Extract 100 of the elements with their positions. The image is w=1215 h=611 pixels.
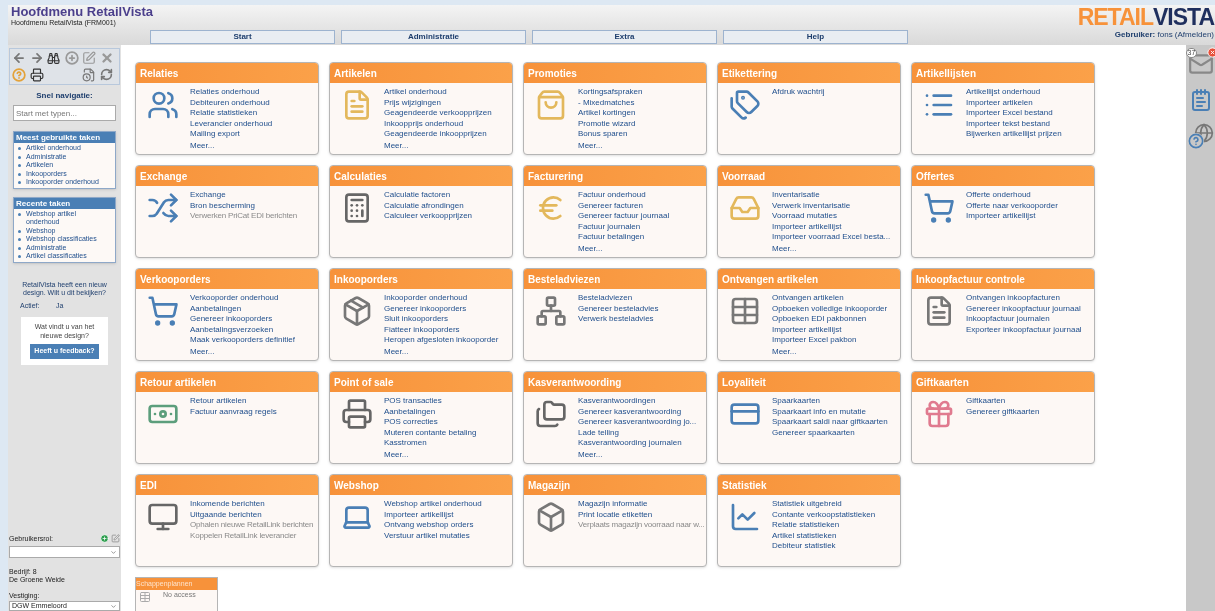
role-select[interactable] [9, 546, 120, 558]
tile-link[interactable]: Genereer spaarkaarten [772, 427, 855, 438]
tile-link[interactable]: Kasstromen [384, 438, 427, 449]
tile-link[interactable]: Contante verkoopstatistieken [772, 509, 876, 520]
tile-link[interactable]: Importeer artikellijst [966, 211, 1036, 222]
tile-link[interactable]: Exchange [190, 190, 226, 201]
tile-link[interactable]: Genereer inkooporders [190, 314, 273, 325]
nav-tab[interactable]: Extra [532, 30, 717, 44]
tile-link[interactable]: Genereer facturen [578, 200, 643, 211]
tile-link[interactable]: Importeer Excel pakbon [772, 335, 857, 346]
nav-tab[interactable]: Help [723, 30, 908, 44]
tile-link[interactable]: Maak verkooporders definitief [190, 335, 295, 346]
tile-link[interactable]: Offerte naar verkooporder [966, 200, 1058, 211]
tile-link[interactable]: Bron bescherming [190, 200, 255, 211]
tile-link[interactable]: Inkoopfactuur journalen [966, 314, 1050, 325]
tile-link[interactable]: Sluit inkooporders [384, 314, 449, 325]
tile-link[interactable]: Uitgaande berichten [190, 509, 262, 520]
tile-link[interactable]: Ontvangen inkoopfacturen [966, 293, 1060, 304]
more-link[interactable]: Meer... [578, 140, 603, 151]
tile-link[interactable]: Factuur onderhoud [578, 190, 646, 201]
tile-link[interactable]: Verstuur artikel mutaties [384, 530, 470, 541]
nav-tab[interactable]: Start [150, 30, 335, 44]
tile-link[interactable]: Geagendeerde inkoopprijzen [384, 129, 487, 140]
more-link[interactable]: Meer... [190, 140, 215, 151]
tile-link[interactable]: - Mixedmatches [578, 97, 635, 108]
tile-link[interactable]: Verwerk inventarisatie [772, 200, 851, 211]
more-link[interactable]: Meer... [578, 243, 603, 254]
tile-link[interactable]: Opboeken EDI pakbonnen [772, 314, 867, 325]
tile-link[interactable]: Importeer artikellijst [772, 324, 842, 335]
tile-link[interactable]: Artikellijst onderhoud [966, 87, 1041, 98]
tile-link[interactable]: Aanbetalingen [384, 406, 436, 417]
tile-link[interactable]: Muteren contante betaling [384, 427, 477, 438]
tile-link[interactable]: Genereer giftkaarten [966, 406, 1040, 417]
tile-link[interactable]: Prijs wijzigingen [384, 97, 441, 108]
tile-link[interactable]: Importeer tekst bestand [966, 118, 1051, 129]
search-field[interactable]: Start met typen... [13, 105, 116, 121]
more-link[interactable]: Meer... [384, 346, 409, 357]
tile-link[interactable]: Inkomende berichten [190, 499, 265, 510]
tile-link[interactable]: Genereer besteladvies [578, 303, 659, 314]
tile-link[interactable]: Importeer artikellijst [384, 509, 454, 520]
tile-link[interactable]: Voorraad mutaties [772, 211, 837, 222]
tile-link[interactable]: Exporteer inkoopfactuur journaal [966, 324, 1082, 335]
tile-link[interactable]: Verwerk besteladvies [578, 314, 654, 325]
tile-link[interactable]: Inkoopprijs onderhoud [384, 118, 464, 129]
tile-link[interactable]: POS transacties [384, 396, 442, 407]
more-link[interactable]: Meer... [190, 346, 215, 357]
tile-link[interactable]: Kasverantwoordingen [578, 396, 656, 407]
help-icon[interactable] [1187, 133, 1204, 149]
tile-link[interactable]: Relatie statistieken [190, 108, 258, 119]
tile-link[interactable]: Aanbetalingen [190, 303, 242, 314]
tile-link[interactable]: Importeer voorraad Excel besta... [772, 232, 891, 243]
tile-link[interactable]: Genereer kasverantwoording jo... [578, 417, 697, 428]
tile-link[interactable]: Genereer kasverantwoording [578, 406, 682, 417]
tile-link[interactable]: Promotie wizard [578, 118, 636, 129]
tile-link[interactable]: Kasverantwoording journalen [578, 438, 682, 449]
tile-link[interactable]: Retour artikelen [190, 396, 247, 407]
tile-link[interactable]: Spaarkaart info en mutatie [772, 406, 866, 417]
tile-link[interactable]: Geagendeerde verkoopprijzen [384, 108, 492, 119]
edit-icon[interactable] [82, 51, 96, 66]
tile-link[interactable]: Ontvang webshop orders [384, 520, 474, 531]
more-link[interactable]: Meer... [578, 449, 603, 460]
tile-link[interactable]: Spaarkaart saldi naar giftkaarten [772, 417, 888, 428]
tile-link[interactable]: Verkooporder onderhoud [190, 293, 279, 304]
tile-link[interactable]: Calculeer verkoopprijzen [384, 211, 473, 222]
tile-link[interactable]: Debiteuren onderhoud [190, 97, 270, 108]
tile-link[interactable]: Importeer Excel bestand [966, 108, 1053, 119]
tile-link[interactable]: Statistiek uitgebreid [772, 499, 842, 510]
tile-link[interactable]: Leverancier onderhoud [190, 118, 273, 129]
tile-link[interactable]: Inkooporder onderhoud [384, 293, 468, 304]
tile-link[interactable]: Calculatie factoren [384, 190, 451, 201]
tile-link[interactable]: Magazijn informatie [578, 499, 648, 510]
tile-link[interactable]: Giftkaarten [966, 396, 1006, 407]
tile-link[interactable]: Debiteur statistiek [772, 541, 836, 552]
more-link[interactable]: Meer... [384, 140, 409, 151]
tile-link[interactable]: Afdruk wachtrij [772, 87, 825, 98]
tile-link[interactable]: Heropen afgesloten inkooporder [384, 335, 499, 346]
tile-link[interactable]: Factuur journalen [578, 221, 641, 232]
tile-link[interactable]: Ontvangen artikelen [772, 293, 844, 304]
tile-link[interactable]: Inventarisatie [772, 190, 820, 201]
tile-link[interactable]: Genereer inkooporders [384, 303, 467, 314]
tile-link[interactable]: Lade telling [578, 427, 619, 438]
tile-link[interactable]: Kortingsafspraken [578, 87, 643, 98]
tile-link[interactable]: Spaarkaarten [772, 396, 821, 407]
more-link[interactable]: Meer... [772, 243, 797, 254]
tile-link[interactable]: Bonus sparen [578, 129, 628, 140]
tile-link[interactable]: Offerte onderhoud [966, 190, 1031, 201]
tile-link[interactable]: POS correcties [384, 417, 438, 428]
tile-link[interactable]: Opboeken volledige inkooporder [772, 303, 888, 314]
tile-link[interactable]: Calculatie afrondingen [384, 200, 464, 211]
printer-icon[interactable] [29, 67, 44, 82]
tile-link[interactable]: Importeer artikelen [966, 97, 1033, 108]
more-link[interactable]: Meer... [772, 346, 797, 357]
tile-link[interactable]: Genereer factuur journaal [578, 211, 670, 222]
tile-link[interactable]: Mailing export [190, 129, 240, 140]
tile-link[interactable]: Artikel statistieken [772, 530, 837, 541]
binoculars-icon[interactable] [47, 51, 60, 65]
tile-link[interactable]: Relatie statistieken [772, 520, 840, 531]
edit-icon[interactable] [111, 534, 120, 544]
nav-tab[interactable]: Administratie [341, 30, 526, 44]
mail-icon[interactable] [1187, 51, 1214, 77]
